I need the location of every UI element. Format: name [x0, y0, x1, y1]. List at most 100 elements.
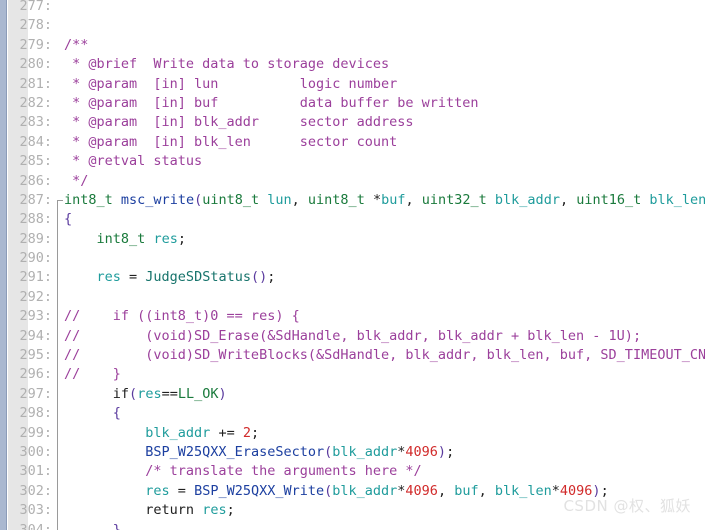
- code-token: blk_len: [494, 482, 552, 499]
- code-line[interactable]: 285: * @retval status: [0, 152, 705, 171]
- code-token: // (void)SD_Erase(&SdHandle, blk_addr, b…: [64, 327, 642, 344]
- code-token: (): [250, 269, 268, 286]
- code-token: ;: [267, 269, 276, 286]
- code-line[interactable]: 296: // }: [0, 365, 705, 386]
- code-token: res: [153, 230, 178, 247]
- code-text: */: [64, 172, 88, 191]
- line-number: 283:: [19, 114, 52, 131]
- code-token: // (void)SD_WriteBlocks(&SdHandle, blk_a…: [64, 347, 705, 364]
- line-number: 292:: [19, 288, 52, 305]
- code-line[interactable]: 289: int8_t res;: [0, 229, 705, 250]
- code-token: ,: [405, 191, 422, 208]
- code-line[interactable]: 279: /**: [0, 36, 705, 55]
- code-line[interactable]: 295: // (void)SD_WriteBlocks(&SdHandle, b…: [0, 346, 705, 366]
- line-number: 293:: [19, 308, 52, 325]
- code-fold-marker[interactable]: [56, 520, 64, 530]
- code-line[interactable]: 286: */: [0, 172, 705, 191]
- code-fold-marker[interactable]: [56, 249, 64, 269]
- code-fold-marker[interactable]: [56, 481, 64, 502]
- code-text: if(res==LL_OK): [64, 385, 227, 404]
- code-line[interactable]: 292:: [0, 287, 705, 308]
- line-number: 289:: [19, 230, 52, 247]
- code-fold-marker[interactable]: [56, 268, 64, 289]
- code-fold-marker[interactable]: [56, 307, 64, 328]
- code-line[interactable]: 284: * @param [in] blk_len sector count: [0, 133, 705, 152]
- code-token: BSP_W25QXX_Write: [194, 482, 325, 499]
- code-line[interactable]: 291: res = JudgeSDStatus();: [0, 268, 705, 289]
- code-token: // }: [64, 366, 121, 383]
- code-token: lun: [267, 191, 292, 208]
- code-fold-marker[interactable]: [56, 404, 64, 424]
- code-line[interactable]: 281: * @param [in] lun logic number: [0, 75, 705, 94]
- code-line[interactable]: 294: // (void)SD_Erase(&SdHandle, blk_add…: [0, 326, 705, 347]
- code-fold-marker[interactable]: [56, 346, 64, 366]
- code-text: /* translate the arguments here */: [64, 462, 421, 481]
- code-line[interactable]: 297: if(res==LL_OK): [0, 384, 705, 405]
- code-token: blk_addr: [494, 191, 560, 208]
- code-text: return res;: [64, 501, 234, 520]
- code-lines[interactable]: 277: 278: 279: /** 280: * @brief Write data …: [0, 0, 705, 530]
- code-text: res = JudgeSDStatus();: [64, 268, 276, 287]
- code-token: BSP_W25QXX_EraseSector: [145, 443, 325, 460]
- code-text: * @param [in] blk_addr sector address: [64, 113, 414, 132]
- line-number: 291:: [19, 269, 52, 286]
- code-line[interactable]: 287: int8_t msc_write(uint8_t lun, uint8_…: [0, 191, 705, 212]
- code-token: *: [364, 191, 382, 208]
- code-token: {: [64, 211, 73, 228]
- code-token: (: [194, 191, 203, 208]
- code-token: 2: [242, 424, 251, 441]
- code-line[interactable]: 283: * @param [in] blk_addr sector addre…: [0, 113, 705, 132]
- code-fold-marker[interactable]: [56, 229, 64, 250]
- code-token: // if ((int8_t)0 == res) {: [64, 308, 300, 325]
- code-line[interactable]: 299: blk_addr += 2;: [0, 423, 705, 444]
- code-fold-marker[interactable]: [56, 501, 64, 521]
- code-token: uint8_t: [307, 191, 365, 208]
- code-line[interactable]: 288: {: [0, 210, 705, 231]
- code-token: * @param [in] blk_addr sector address: [64, 114, 414, 131]
- code-token: blk_addr: [332, 443, 398, 460]
- code-fold-marker[interactable]: [56, 326, 64, 347]
- code-text: // if ((int8_t)0 == res) {: [64, 307, 300, 326]
- code-token: ;: [250, 424, 260, 441]
- code-line[interactable]: 304: }: [0, 520, 705, 530]
- code-line[interactable]: 300: BSP_W25QXX_EraseSector(blk_addr*409…: [0, 442, 705, 463]
- code-token: blk_len: [649, 191, 705, 208]
- code-token: res: [202, 502, 227, 519]
- code-editor[interactable]: 277: 278: 279: /** 280: * @brief Write data …: [0, 0, 705, 530]
- code-token: int8_t: [64, 191, 113, 208]
- code-line[interactable]: 298: {: [0, 404, 705, 424]
- code-fold-marker[interactable]: [56, 423, 64, 444]
- code-line[interactable]: 278:: [0, 16, 705, 35]
- code-fold-marker[interactable]: [56, 210, 64, 231]
- line-number: 286:: [19, 172, 52, 189]
- code-fold-marker[interactable]: [56, 442, 64, 463]
- code-line[interactable]: 277:: [0, 0, 705, 16]
- code-token: blk_addr: [332, 482, 398, 499]
- code-line[interactable]: 280: * @brief Write data to storage devi…: [0, 55, 705, 74]
- code-token: LL_OK: [177, 385, 219, 402]
- code-line[interactable]: 290:: [0, 249, 705, 269]
- code-line[interactable]: 301: /* translate the arguments here */: [0, 462, 705, 483]
- code-fold-marker[interactable]: [56, 365, 64, 386]
- code-line[interactable]: 282: * @param [in] buf data buffer be wr…: [0, 94, 705, 113]
- code-line[interactable]: 293: // if ((int8_t)0 == res) {: [0, 307, 705, 328]
- code-fold-marker[interactable]: [56, 287, 64, 308]
- code-token: ): [437, 443, 447, 460]
- line-number: 280:: [19, 56, 52, 73]
- code-fold-marker[interactable]: [56, 191, 64, 212]
- code-token: ,: [478, 482, 495, 499]
- code-fold-marker[interactable]: [56, 462, 64, 483]
- code-fold-marker[interactable]: [56, 384, 64, 405]
- code-text: * @brief Write data to storage devices: [64, 55, 389, 74]
- code-text: * @param [in] blk_len sector count: [64, 133, 397, 152]
- code-text: // }: [64, 365, 121, 384]
- code-token: 4096: [405, 482, 438, 499]
